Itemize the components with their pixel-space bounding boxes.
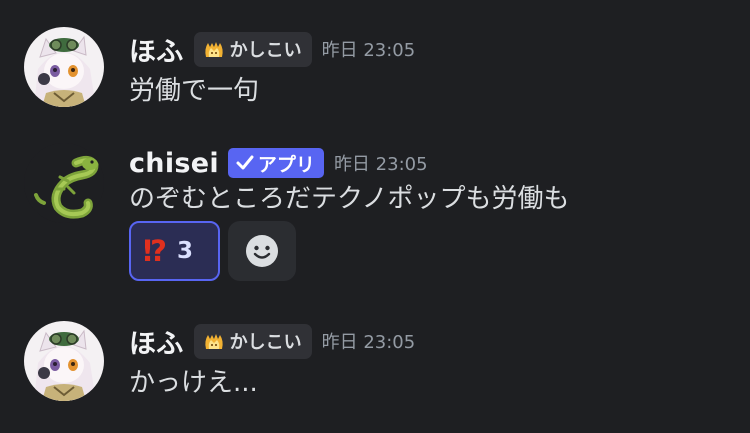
reaction-button[interactable]: ⁉ 3: [129, 221, 220, 281]
server-tag-label: かしこい: [229, 332, 302, 353]
message-header: chisei アプリ 昨日 23:05: [129, 145, 428, 181]
server-tag[interactable]: かしこい: [193, 31, 312, 67]
chat-message-list: ほふ かしこい 昨日 23:05 労働で一句 chisei アプリ 昨日 23:…: [0, 0, 750, 433]
timestamp[interactable]: 昨日 23:05: [334, 150, 428, 176]
message-content: かっけえ...: [129, 368, 258, 398]
server-tag-label: かしこい: [229, 40, 302, 61]
username[interactable]: chisei: [129, 148, 219, 179]
message-content: 労働で一句: [129, 76, 260, 106]
interrobang-emoji-icon: ⁉: [143, 233, 167, 268]
fire-cat-icon: [204, 334, 223, 349]
anime-character-avatar-icon: [24, 321, 104, 401]
user-avatar[interactable]: [24, 27, 104, 107]
timestamp[interactable]: 昨日 23:05: [322, 36, 416, 62]
anime-character-avatar-icon: [24, 27, 104, 107]
server-tag[interactable]: かしこい: [193, 323, 312, 359]
bot-avatar[interactable]: [24, 143, 104, 223]
smiley-icon: [246, 235, 278, 267]
message-header: ほふ かしこい 昨日 23:05: [129, 322, 416, 361]
add-reaction-button[interactable]: [228, 221, 296, 281]
username[interactable]: ほふ: [129, 30, 184, 69]
message-content: のぞむところだテクノポップも労働も: [129, 184, 570, 214]
reaction-count: 3: [177, 238, 194, 264]
username[interactable]: ほふ: [129, 322, 184, 361]
fire-cat-icon: [204, 42, 223, 57]
lizard-avatar-icon: [24, 143, 104, 223]
reaction-bar: ⁉ 3: [129, 221, 296, 281]
user-avatar[interactable]: [24, 321, 104, 401]
checkmark-icon: [236, 155, 254, 170]
timestamp[interactable]: 昨日 23:05: [322, 328, 416, 354]
app-badge: アプリ: [227, 148, 324, 178]
message-header: ほふ かしこい 昨日 23:05: [129, 30, 416, 69]
app-badge-label: アプリ: [257, 153, 315, 176]
